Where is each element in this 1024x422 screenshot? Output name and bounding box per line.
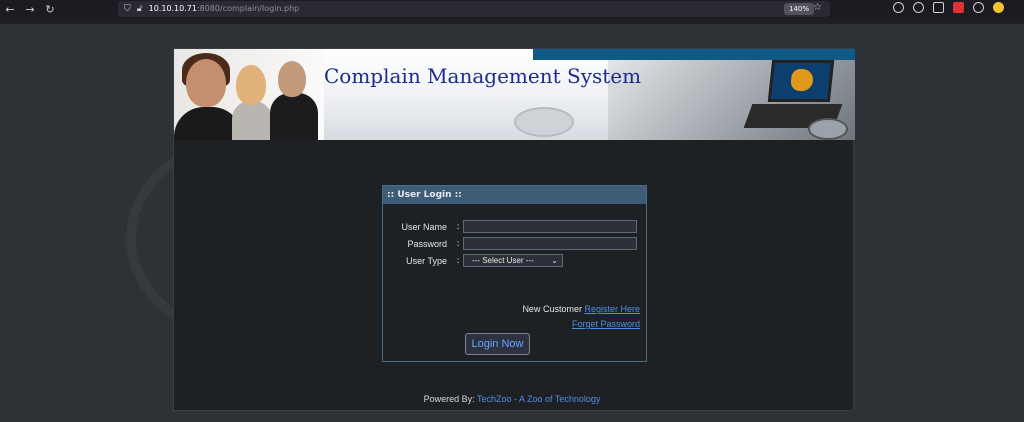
pocket-icon[interactable] [893, 2, 904, 13]
new-customer-text: New Customer [522, 304, 582, 314]
usertype-label: User Type [406, 255, 447, 266]
banner-keyboard-image [324, 49, 614, 140]
reload-icon[interactable]: ↻ [40, 0, 60, 18]
forward-icon[interactable]: → [20, 0, 40, 18]
header-banner: Complain Management System [174, 49, 855, 140]
banner-laptop-image [608, 60, 855, 140]
forget-line: Forget Password [383, 319, 640, 329]
account-icon[interactable] [913, 2, 924, 13]
mouse-icon [514, 107, 574, 137]
proxy-icon[interactable] [973, 2, 984, 13]
register-line: New Customer Register Here [383, 304, 640, 314]
login-panel-header: :: User Login :: [383, 186, 646, 204]
page-viewport: BEHIND SECURITY Complain Manag [0, 18, 1024, 422]
colon: : [456, 238, 460, 249]
username-row: User Name : [383, 220, 637, 233]
extension-icons [893, 2, 1004, 13]
bookmark-star-icon[interactable]: ☆ [813, 2, 822, 13]
register-link[interactable]: Register Here [584, 304, 640, 314]
username-label: User Name [401, 221, 447, 232]
password-input[interactable] [463, 237, 637, 250]
usertype-select[interactable]: --- Select User --- ⌄ [463, 254, 563, 267]
address-bar[interactable]: ⛉ 🔓︎ 10.10.10.71:8080/complain/login.php [118, 1, 830, 17]
extensions-icon[interactable] [933, 2, 944, 13]
password-row: Password : [383, 237, 637, 250]
forget-password-link[interactable]: Forget Password [572, 319, 640, 329]
cd-icon [808, 118, 848, 140]
login-panel: :: User Login :: User Name : Password : … [382, 185, 647, 362]
company-link[interactable]: TechZoo - A Zoo of Technology [477, 394, 600, 404]
login-button[interactable]: Login Now [465, 333, 530, 355]
footer: Powered By: TechZoo - A Zoo of Technolog… [0, 394, 1024, 404]
cookie-icon[interactable] [993, 2, 1004, 13]
person-head [236, 65, 266, 105]
person-head [186, 59, 226, 107]
url-host: 10.10.10.71 [148, 4, 197, 13]
colon: : [456, 255, 460, 266]
powered-by-text: Powered By: [423, 394, 475, 404]
chevron-down-icon: ⌄ [551, 256, 558, 265]
colon: : [456, 221, 460, 232]
banner-accent-bar [533, 49, 855, 60]
shield-icon: ⛉ [124, 4, 131, 14]
usertype-selected-value: --- Select User --- [472, 256, 534, 265]
person-body [232, 101, 272, 140]
back-icon[interactable]: ← [0, 0, 20, 18]
person-body [270, 93, 318, 140]
banner-people-image [174, 49, 324, 140]
password-label: Password [407, 238, 447, 249]
site-title: Complain Management System [324, 64, 642, 88]
username-input[interactable] [463, 220, 637, 233]
zoom-badge[interactable]: 140% [784, 3, 815, 15]
ublock-icon[interactable] [953, 2, 964, 13]
lock-icon: 🔓︎ [136, 4, 143, 14]
url-path: :8080/complain/login.php [196, 4, 300, 13]
browser-toolbar: ← → ↻ ⛉ 🔓︎ 10.10.10.71:8080/complain/log… [0, 0, 1024, 18]
main-container: Complain Management System :: User Login… [173, 48, 855, 411]
person-head [278, 61, 306, 97]
laptop-icon [767, 60, 835, 102]
usertype-row: User Type : --- Select User --- ⌄ [383, 254, 563, 267]
